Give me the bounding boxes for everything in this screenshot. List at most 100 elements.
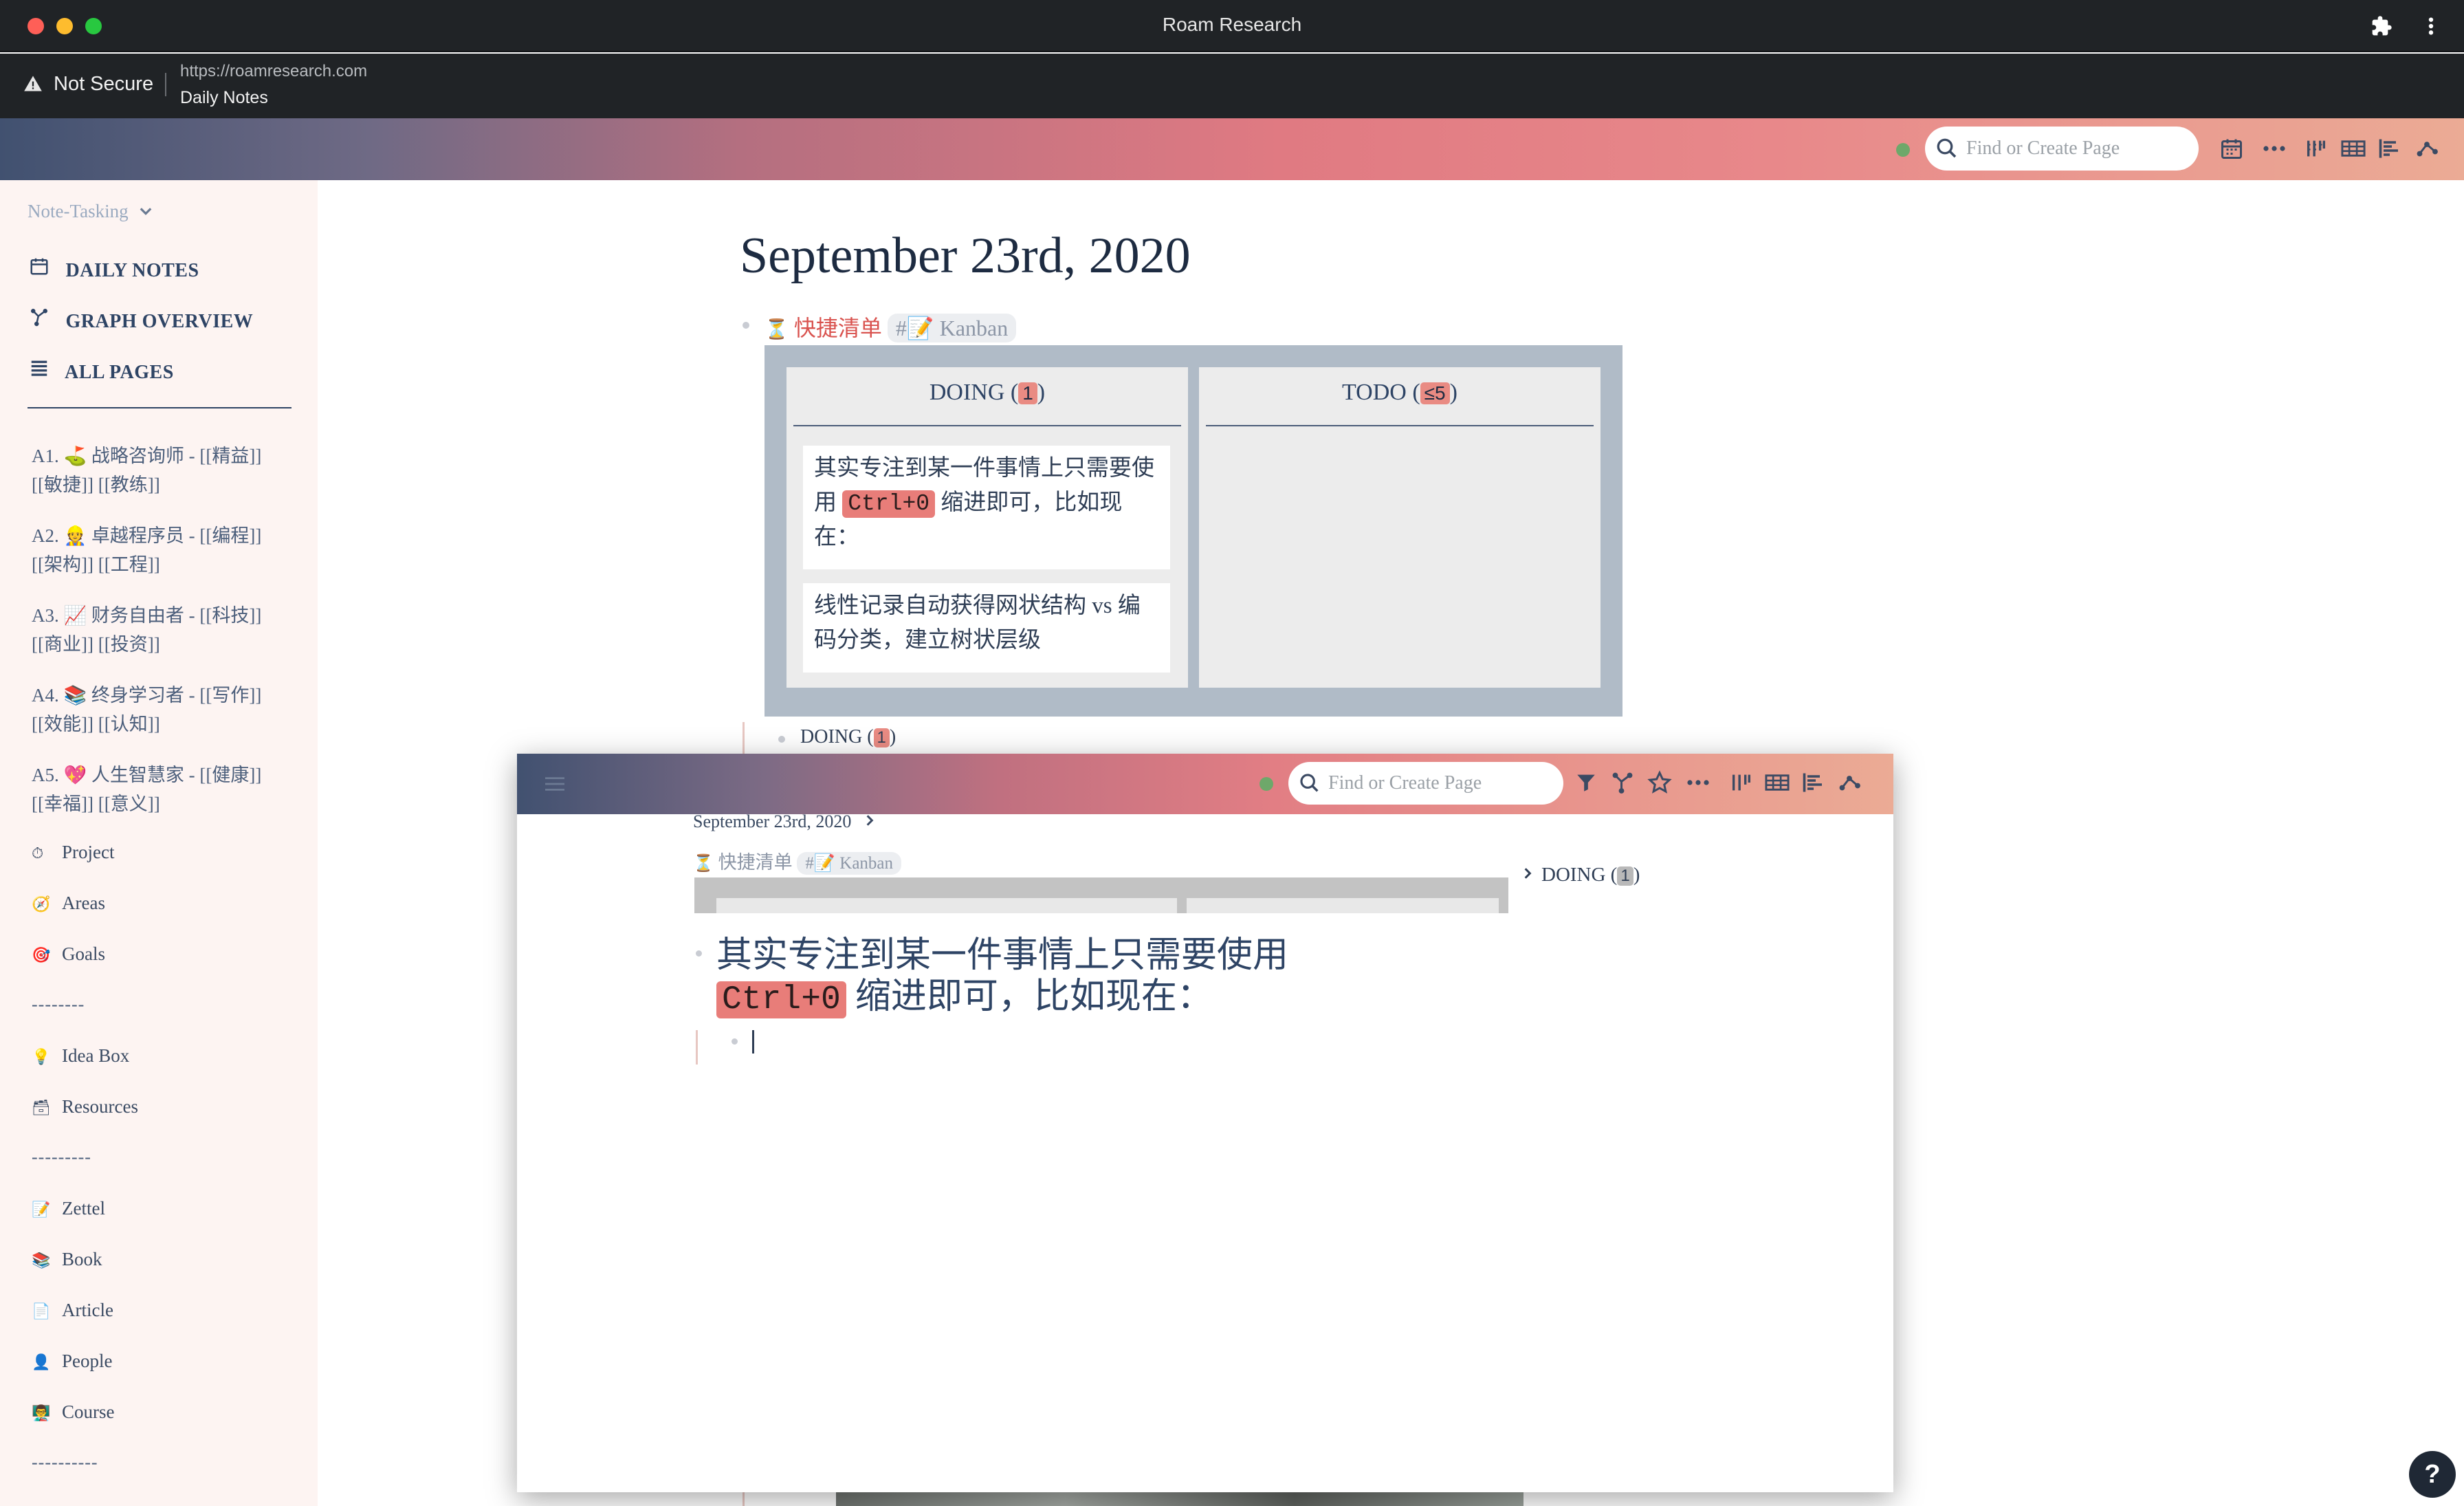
sidebar-item-article[interactable]: 📄 Article	[32, 1300, 113, 1321]
page-icon: 📄	[32, 1302, 51, 1320]
sidebar-item-zettel[interactable]: 📝 Zettel	[32, 1198, 105, 1219]
nav-daily-notes[interactable]: DAILY NOTES	[28, 256, 199, 282]
sidebar-item-book[interactable]: 📚 Book	[32, 1249, 102, 1270]
block-bullet[interactable]	[778, 736, 785, 743]
extensions-icon[interactable]	[2370, 15, 2392, 37]
sidebar-item-idea-box[interactable]: 💡 Idea Box	[32, 1045, 129, 1067]
url-text[interactable]: https://roamresearch.com	[180, 62, 367, 81]
kanban-board-preview	[694, 877, 1508, 913]
more-horizontal-icon[interactable]	[1684, 770, 1712, 795]
block-text: DOING (	[800, 726, 874, 747]
kanban-board: DOING (1) 其实专注到某一件事情上只需要使用 Ctrl+0 缩进即可，比…	[764, 345, 1622, 717]
column-title: TODO (	[1342, 380, 1420, 405]
search-box[interactable]: Find or Create Page	[1925, 127, 2199, 171]
sidebar-item-label: People	[62, 1351, 113, 1371]
inline-code: Ctrl+0	[842, 490, 936, 518]
kanban-card[interactable]: 线性记录自动获得网状结构 vs 编码分类，建立树状层级	[803, 583, 1170, 673]
nav-all-pages[interactable]: ALL PAGES	[28, 358, 174, 384]
list-icon	[31, 360, 47, 376]
outline-icon[interactable]	[2377, 136, 2402, 161]
zoomed-block-window: Find or Create Page September 23rd, 2020…	[517, 754, 1893, 1492]
security-status[interactable]: Not Secure	[54, 73, 153, 96]
shortcut-line: [[幸福]] [[意义]]	[32, 794, 160, 814]
kanban-column-todo: TODO (≤5)	[1199, 367, 1600, 688]
kanban-column-preview	[716, 898, 1177, 913]
block-bullet[interactable]	[696, 950, 702, 957]
calendar-icon	[30, 258, 48, 275]
search-icon	[1300, 774, 1319, 792]
graph-switcher[interactable]: Note-Tasking	[28, 201, 153, 222]
graph-icon	[31, 309, 47, 327]
sync-status-dot	[1260, 777, 1273, 791]
nav-label: ALL PAGES	[64, 362, 174, 383]
more-vertical-icon[interactable]	[2426, 15, 2436, 37]
block-bullet[interactable]	[742, 322, 749, 329]
sidebar-separator: --------	[32, 994, 85, 1014]
shortcut-line: [[效能]] [[认知]]	[32, 714, 160, 734]
filter-icon[interactable]	[1574, 770, 1598, 795]
page-link[interactable]: 快捷清单	[794, 316, 882, 340]
column-header[interactable]: DOING (1)	[786, 367, 1188, 406]
kanban-icon[interactable]	[1730, 770, 1753, 795]
sidebar-item-goals[interactable]: 🎯 Goals	[32, 943, 105, 965]
page-title[interactable]: September 23rd, 2020	[740, 227, 1191, 285]
sidebar-item-label: Areas	[62, 893, 105, 913]
shortcut-a5[interactable]: A5. 💖 人生智慧家 - [[健康]] [[幸福]] [[意义]]	[32, 761, 293, 818]
doing-block-collapsed[interactable]: DOING (1)	[1521, 864, 1640, 886]
graph-icon[interactable]	[1610, 770, 1635, 795]
outline-icon[interactable]	[1801, 770, 1826, 795]
search-box[interactable]: Find or Create Page	[1288, 762, 1563, 805]
shortcut-a1[interactable]: A1. ⛳ 战略咨询师 - [[精益]] [[敏捷]] [[教练]]	[32, 441, 293, 499]
sidebar-item-course[interactable]: 👨‍🏫 Course	[32, 1401, 115, 1423]
more-horizontal-icon[interactable]	[2260, 136, 2288, 161]
sidebar-item-resources[interactable]: 🗃 Resources	[32, 1096, 138, 1117]
graph-view-icon[interactable]	[1837, 770, 1862, 795]
column-title: DOING (	[929, 380, 1019, 405]
kanban-icon[interactable]	[2304, 136, 2328, 161]
nav-graph-overview[interactable]: GRAPH OVERVIEW	[28, 307, 253, 333]
table-icon[interactable]	[1764, 770, 1790, 795]
hourglass-icon: ⏳	[764, 319, 789, 340]
text-cursor[interactable]	[752, 1030, 754, 1054]
kanban-card[interactable]: 其实专注到某一件事情上只需要使用 Ctrl+0 缩进即可，比如现在：	[803, 446, 1170, 569]
help-button[interactable]: ?	[2409, 1451, 2456, 1498]
timer-icon: ⏱	[32, 844, 44, 862]
block-text: DOING (	[1541, 864, 1618, 886]
star-icon[interactable]	[1647, 770, 1672, 795]
breadcrumb-block[interactable]: ⏳ 快捷清单 #📝 Kanban	[693, 847, 902, 875]
menu-icon[interactable]	[543, 774, 566, 794]
search-icon	[1937, 138, 1957, 158]
column-divider	[793, 425, 1181, 426]
window-title: Roam Research	[1162, 14, 1302, 35]
shortcut-line: A3. 📈 财务自由者 - [[科技]]	[32, 605, 262, 626]
shortcut-a2[interactable]: A2. 👷 卓越程序员 - [[编程]] [[架构]] [[工程]]	[32, 521, 293, 579]
graph-icon[interactable]	[2414, 136, 2439, 161]
column-header[interactable]: TODO (≤5)	[1199, 367, 1600, 406]
block-text-close: )	[1633, 864, 1640, 886]
lightbulb-icon: 💡	[32, 1048, 51, 1065]
chevron-right-icon	[1524, 868, 1532, 879]
page-name: Daily Notes	[180, 88, 268, 107]
search-placeholder: Find or Create Page	[1966, 138, 2120, 159]
block-bullet[interactable]	[732, 1038, 738, 1045]
calendar-icon[interactable]	[2219, 136, 2244, 161]
column-count: ≤5	[1420, 382, 1450, 404]
shortcut-a4[interactable]: A4. 📚 终身学习者 - [[写作]] [[效能]] [[认知]]	[32, 681, 293, 739]
chevron-right-icon	[866, 815, 874, 826]
card-box-icon: 🗃	[32, 1099, 51, 1116]
shortcut-a3[interactable]: A3. 📈 财务自由者 - [[科技]] [[商业]] [[投资]]	[32, 601, 293, 659]
zoomed-block-text[interactable]: 其实专注到某一件事情上只需要使用 Ctrl+0 缩进即可，比如现在：	[716, 935, 1404, 1018]
sidebar-item-people[interactable]: 👤 People	[32, 1351, 113, 1372]
breadcrumb[interactable]: September 23rd, 2020	[693, 811, 877, 832]
sidebar-item-label: Zettel	[62, 1198, 105, 1219]
table-icon[interactable]	[2340, 136, 2366, 161]
address-bar: Not Secure https://roamresearch.com Dail…	[0, 54, 2464, 118]
kanban-tag[interactable]: #📝 Kanban	[887, 314, 1017, 342]
shortcut-line: A1. ⛳ 战略咨询师 - [[精益]]	[32, 446, 262, 466]
column-title-close: )	[1449, 380, 1458, 405]
block-count: 1	[1617, 866, 1634, 886]
sidebar-item-areas[interactable]: 🧭 Areas	[32, 893, 105, 914]
chevron-down-icon	[140, 208, 152, 215]
sidebar-item-project[interactable]: ⏱ Project	[32, 842, 114, 863]
doing-block[interactable]: DOING (1)	[800, 726, 896, 748]
